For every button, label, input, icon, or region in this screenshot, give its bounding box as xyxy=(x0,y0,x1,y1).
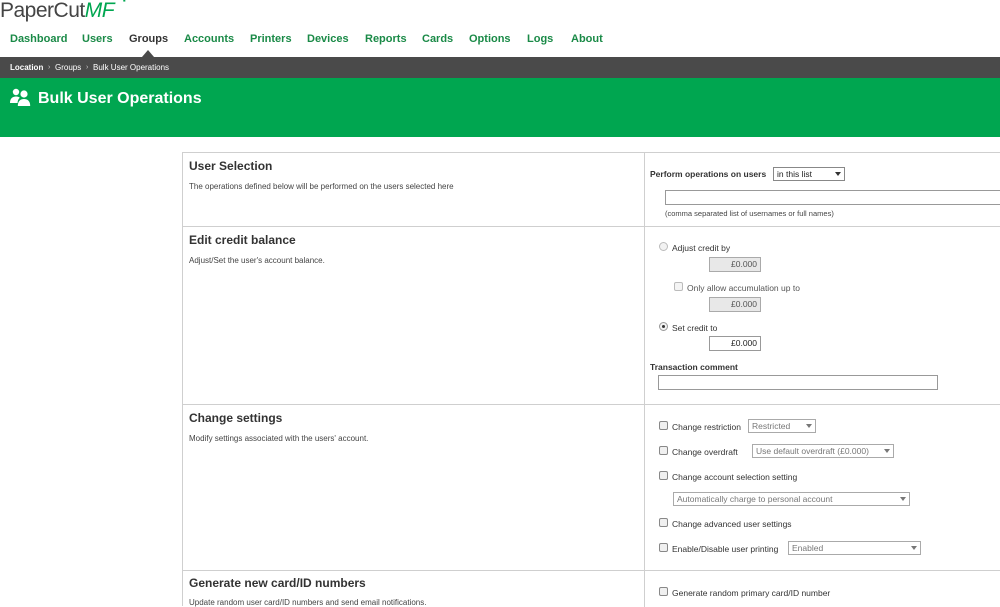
user-scope-select[interactable]: in this list xyxy=(773,167,845,181)
account-selection-value: Automatically charge to personal account xyxy=(677,494,833,504)
section-title: Edit credit balance xyxy=(189,233,296,247)
active-nav-indicator xyxy=(142,50,154,57)
user-list-hint: (comma separated list of usernames or fu… xyxy=(665,209,834,218)
change-overdraft-label: Change overdraft xyxy=(672,447,738,457)
transaction-comment-input[interactable] xyxy=(658,375,938,390)
change-advanced-settings-checkbox[interactable] xyxy=(659,518,668,527)
accumulation-checkbox[interactable] xyxy=(674,282,683,291)
adjust-credit-radio[interactable] xyxy=(659,242,668,251)
account-selection-select[interactable]: Automatically charge to personal account xyxy=(673,492,910,506)
section-title: Change settings xyxy=(189,411,283,425)
user-list-input[interactable] xyxy=(665,190,1000,205)
set-credit-radio[interactable] xyxy=(659,322,668,331)
breadcrumb-separator: › xyxy=(48,64,51,71)
logo-text: PaperCut xyxy=(0,0,85,22)
change-restriction-label: Change restriction xyxy=(672,422,741,432)
chevron-down-icon xyxy=(911,546,917,550)
nav-printers[interactable]: Printers xyxy=(250,32,292,46)
breadcrumb-separator: › xyxy=(86,64,89,71)
section-change-settings: Change settings Modify settings associat… xyxy=(183,405,1000,571)
adjust-credit-label: Adjust credit by xyxy=(672,243,731,253)
section-generate-card: Generate new card/ID numbers Update rand… xyxy=(183,571,1000,607)
users-group-icon xyxy=(10,88,31,106)
generate-random-card-checkbox[interactable] xyxy=(659,587,668,596)
change-account-selection-label: Change account selection setting xyxy=(672,472,798,482)
change-account-selection-checkbox[interactable] xyxy=(659,471,668,480)
nav-dashboard[interactable]: Dashboard xyxy=(10,32,67,46)
logo-tick-icon xyxy=(118,0,126,3)
breadcrumb-groups[interactable]: Groups xyxy=(55,57,81,78)
bulk-operations-form: User Selection The operations defined be… xyxy=(182,152,1000,607)
adjust-credit-input[interactable]: £0.000 xyxy=(709,257,761,272)
nav-accounts[interactable]: Accounts xyxy=(184,32,234,46)
restriction-value: Restricted xyxy=(752,421,791,431)
nav-about[interactable]: About xyxy=(571,32,603,46)
enable-printing-checkbox[interactable] xyxy=(659,543,668,552)
generate-random-card-label: Generate random primary card/ID number xyxy=(672,588,831,598)
accumulation-label: Only allow accumulation up to xyxy=(687,283,800,293)
set-credit-label: Set credit to xyxy=(672,323,718,333)
section-title: User Selection xyxy=(189,159,273,173)
papercut-logo[interactable]: PaperCutMF xyxy=(0,0,126,22)
change-overdraft-checkbox[interactable] xyxy=(659,446,668,455)
chevron-down-icon xyxy=(900,497,906,501)
section-title: Generate new card/ID numbers xyxy=(189,576,366,590)
nav-logs[interactable]: Logs xyxy=(527,32,553,46)
transaction-comment-label: Transaction comment xyxy=(650,362,738,372)
nav-users[interactable]: Users xyxy=(82,32,113,46)
nav-options[interactable]: Options xyxy=(469,32,511,46)
restriction-select[interactable]: Restricted xyxy=(748,419,816,433)
section-user-selection: User Selection The operations defined be… xyxy=(183,153,1000,227)
chevron-down-icon xyxy=(806,424,812,428)
section-edit-credit: Edit credit balance Adjust/Set the user'… xyxy=(183,227,1000,405)
nav-reports[interactable]: Reports xyxy=(365,32,407,46)
overdraft-select[interactable]: Use default overdraft (£0.000) xyxy=(752,444,894,458)
change-restriction-checkbox[interactable] xyxy=(659,421,668,430)
page-title: Bulk User Operations xyxy=(38,90,202,107)
perform-operations-label: Perform operations on users xyxy=(650,169,767,179)
nav-cards[interactable]: Cards xyxy=(422,32,453,46)
set-credit-input[interactable]: £0.000 xyxy=(709,336,761,351)
section-description: The operations defined below will be per… xyxy=(189,182,454,191)
user-scope-value: in this list xyxy=(777,169,812,179)
breadcrumb: Location › Groups › Bulk User Operations xyxy=(0,57,1000,78)
overdraft-value: Use default overdraft (£0.000) xyxy=(756,446,869,456)
printing-select[interactable]: Enabled xyxy=(788,541,921,555)
top-bar: PaperCutMF Dashboard Users Groups Accoun… xyxy=(0,0,1000,57)
breadcrumb-current: Bulk User Operations xyxy=(93,63,170,72)
logo-suffix: MF xyxy=(84,0,115,22)
printing-value: Enabled xyxy=(792,543,824,553)
chevron-down-icon xyxy=(884,449,890,453)
nav-devices[interactable]: Devices xyxy=(307,32,349,46)
nav-groups[interactable]: Groups xyxy=(129,32,168,46)
chevron-down-icon xyxy=(835,172,841,176)
breadcrumb-location[interactable]: Location xyxy=(10,57,43,78)
section-description: Modify settings associated with the user… xyxy=(189,434,369,443)
accumulation-input[interactable]: £0.000 xyxy=(709,297,761,312)
enable-printing-label: Enable/Disable user printing xyxy=(672,544,779,554)
section-description: Adjust/Set the user's account balance. xyxy=(189,256,325,265)
column-divider xyxy=(644,153,645,607)
change-advanced-settings-label: Change advanced user settings xyxy=(672,519,792,529)
